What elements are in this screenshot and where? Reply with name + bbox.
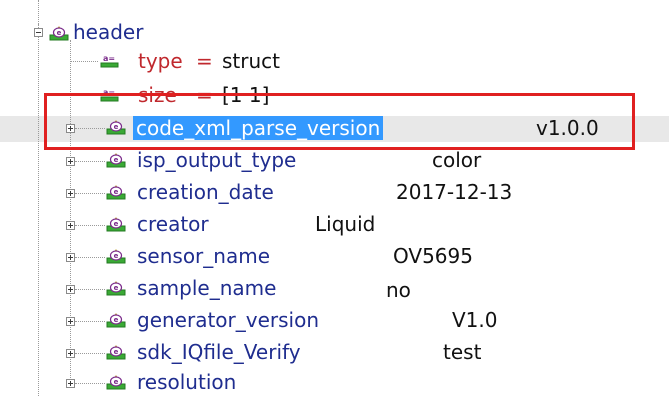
tree-guide-line xyxy=(38,24,39,396)
tree-node-creation-date[interactable]: creation_date xyxy=(137,180,274,204)
expand-toggle[interactable] xyxy=(66,221,75,230)
element-icon xyxy=(106,153,126,168)
element-icon xyxy=(106,345,126,360)
node-value: no xyxy=(386,278,411,302)
expand-toggle[interactable] xyxy=(66,189,75,198)
tree-guide-line xyxy=(75,225,105,226)
tree-node-isp-output-type[interactable]: isp_output_type xyxy=(137,148,296,172)
tree-guide-line xyxy=(75,257,105,258)
element-icon xyxy=(106,249,126,264)
tree-node-sensor-name[interactable]: sensor_name xyxy=(137,244,270,268)
expand-toggle[interactable] xyxy=(66,317,75,326)
tree-node-sdk-iqfile-verify[interactable]: sdk_IQfile_Verify xyxy=(137,340,301,364)
tree-guide-line xyxy=(75,321,105,322)
element-icon xyxy=(49,26,69,41)
node-value: V1.0 xyxy=(452,308,498,332)
element-icon xyxy=(106,217,126,232)
node-value: 2017-12-13 xyxy=(396,180,513,204)
attr-name[interactable]: type xyxy=(138,49,183,73)
element-icon xyxy=(106,375,126,390)
tree-node-sample-name[interactable]: sample_name xyxy=(137,276,276,300)
tree-node-resolution[interactable]: resolution xyxy=(137,370,236,394)
element-icon xyxy=(106,185,126,200)
tree-node-header[interactable]: header xyxy=(73,20,143,44)
expand-toggle[interactable] xyxy=(66,379,75,388)
expand-toggle[interactable] xyxy=(66,349,75,358)
tree-guide-line xyxy=(70,40,71,386)
tree-guide-line xyxy=(75,353,105,354)
collapse-toggle[interactable] xyxy=(34,28,43,37)
tree-guide-line xyxy=(75,289,105,290)
tree-guide-line xyxy=(70,61,98,62)
expand-toggle[interactable] xyxy=(66,285,75,294)
expand-toggle[interactable] xyxy=(66,157,75,166)
xml-tree-view: header type = struct size = [1 1] code_x… xyxy=(0,0,669,396)
highlight-annotation-box xyxy=(44,93,635,150)
attr-value: struct xyxy=(222,49,280,73)
tree-guide-line xyxy=(38,0,39,24)
node-value: OV5695 xyxy=(393,244,473,268)
tree-guide-line xyxy=(75,193,105,194)
node-value: Liquid xyxy=(315,212,376,236)
tree-node-generator-version[interactable]: generator_version xyxy=(137,308,319,332)
tree-guide-line xyxy=(75,161,105,162)
tree-node-creator[interactable]: creator xyxy=(137,212,209,236)
element-icon xyxy=(106,281,126,296)
expand-toggle[interactable] xyxy=(66,253,75,262)
node-value: test xyxy=(443,340,482,364)
tree-guide-line xyxy=(75,383,105,384)
element-icon xyxy=(106,313,126,328)
node-value: color xyxy=(432,148,482,172)
attr-equals: = xyxy=(196,49,213,73)
attribute-icon xyxy=(100,53,119,68)
